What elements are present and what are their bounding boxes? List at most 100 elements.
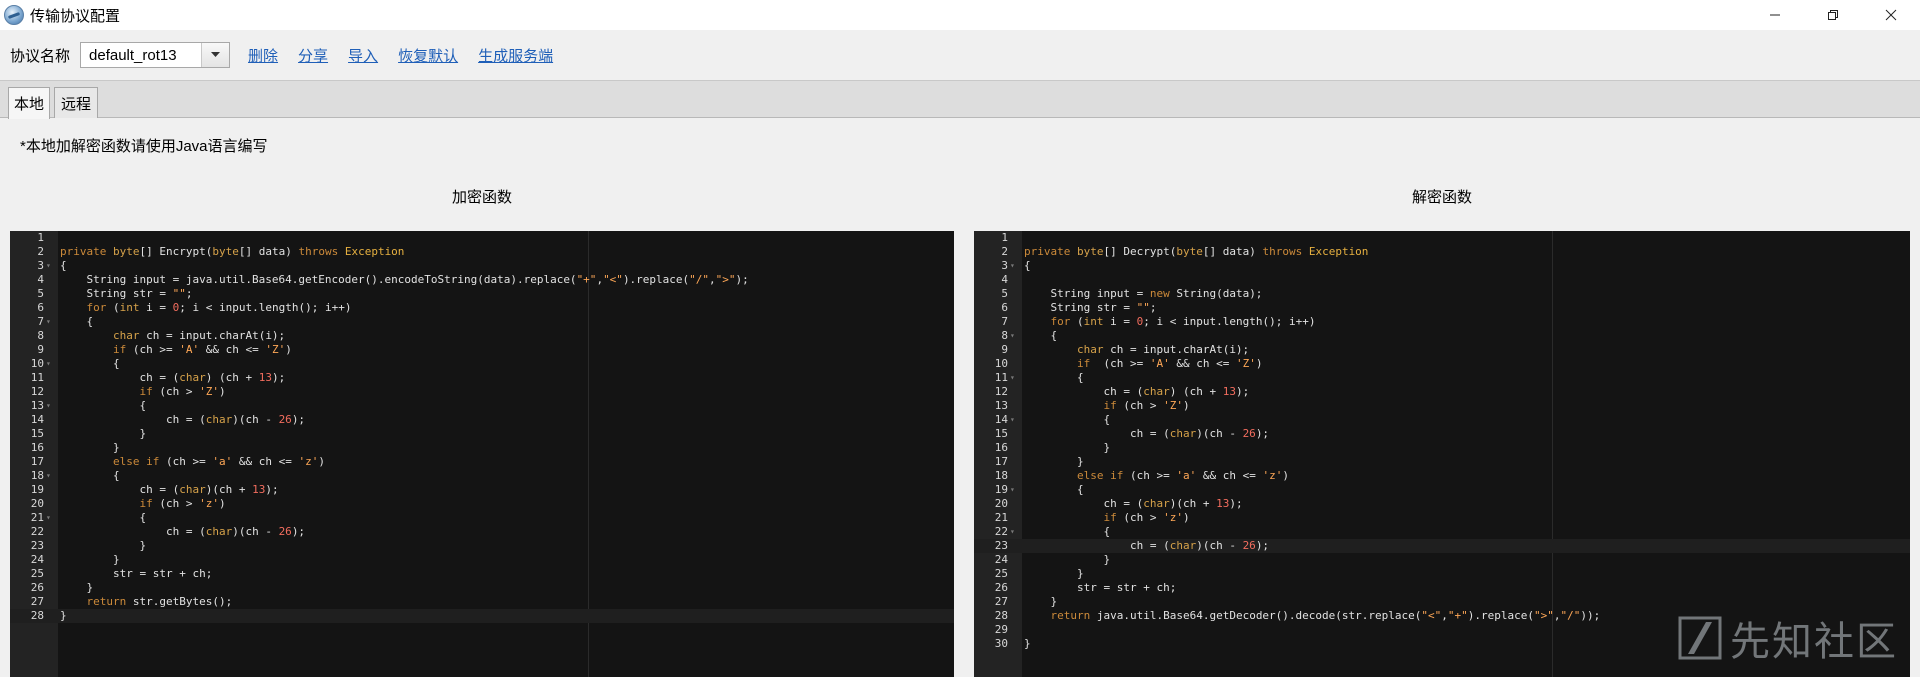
code-line[interactable]: 24 } (974, 553, 1910, 567)
code-line[interactable]: 16 } (974, 441, 1910, 455)
code-line[interactable]: 12 ch = (char) (ch + 13); (974, 385, 1910, 399)
code-line[interactable]: 13 if (ch > 'Z') (974, 399, 1910, 413)
fold-toggle-icon[interactable]: ▾ (1010, 525, 1020, 539)
code-line[interactable]: 18 ▾ { (10, 469, 954, 483)
code-line[interactable]: 22 ch = (char)(ch - 26); (10, 525, 954, 539)
code-line[interactable]: 12 if (ch > 'Z') (10, 385, 954, 399)
code-line[interactable]: 5 String input = new String(data); (974, 287, 1910, 301)
line-number: 27 (30, 595, 44, 608)
code-line[interactable]: 2 private byte[] Decrypt(byte[] data) thr… (974, 245, 1910, 259)
code-line[interactable]: 17 } (974, 455, 1910, 469)
line-number: 24 (30, 553, 44, 566)
code-line[interactable]: 10 ▾ { (10, 357, 954, 371)
code-line[interactable]: 19 ch = (char)(ch + 13); (10, 483, 954, 497)
code-line[interactable]: 27 } (974, 595, 1910, 609)
fold-toggle-icon[interactable]: ▾ (46, 511, 56, 525)
code-line[interactable]: 4 String input = java.util.Base64.getEnc… (10, 273, 954, 287)
code-line[interactable]: 15 ch = (char)(ch - 26); (974, 427, 1910, 441)
window-controls (1746, 0, 1920, 30)
code-line[interactable]: 11 ch = (char) (ch + 13); (10, 371, 954, 385)
code-line[interactable]: 2 private byte[] Encrypt(byte[] data) thr… (10, 245, 954, 259)
code-line[interactable]: 8 ▾ { (974, 329, 1910, 343)
close-button[interactable] (1862, 0, 1920, 30)
code-text: if (ch > 'Z') (1103, 399, 1190, 412)
code-line[interactable]: 7 ▾ { (10, 315, 954, 329)
import-link[interactable]: 导入 (348, 45, 378, 66)
code-line[interactable]: 27 return str.getBytes(); (10, 595, 954, 609)
code-line[interactable]: 4 (974, 273, 1910, 287)
code-line[interactable]: 17 else if (ch >= 'a' && ch <= 'z') (10, 455, 954, 469)
code-text: { (60, 399, 147, 412)
code-line[interactable]: 11 ▾ { (974, 371, 1910, 385)
code-text: String input = new String(data); (1024, 287, 1263, 300)
line-number: 11 (994, 371, 1008, 384)
code-line[interactable]: 5 String str = ""; (10, 287, 954, 301)
code-line[interactable]: 9 if (ch >= 'A' && ch <= 'Z') (10, 343, 954, 357)
fold-toggle-icon[interactable]: ▾ (1010, 371, 1020, 385)
fold-toggle-icon[interactable]: ▾ (46, 469, 56, 483)
code-line[interactable]: 21 ▾ { (10, 511, 954, 525)
share-link[interactable]: 分享 (298, 45, 328, 66)
code-line[interactable]: 24 } (10, 553, 954, 567)
code-line[interactable]: 18 else if (ch >= 'a' && ch <= 'z') (974, 469, 1910, 483)
code-line[interactable]: 16 } (10, 441, 954, 455)
code-line[interactable]: 14 ch = (char)(ch - 26); (10, 413, 954, 427)
fold-toggle-icon[interactable]: ▾ (1010, 483, 1020, 497)
code-line[interactable]: 19 ▾ { (974, 483, 1910, 497)
restore-button[interactable] (1804, 0, 1862, 30)
fold-toggle-icon[interactable]: ▾ (1010, 413, 1020, 427)
code-line[interactable]: 14 ▾ { (974, 413, 1910, 427)
line-number: 1 (37, 231, 44, 244)
code-line[interactable]: 1 (974, 231, 1910, 245)
code-line[interactable]: 20 if (ch > 'z') (10, 497, 954, 511)
code-line[interactable]: 22 ▾ { (974, 525, 1910, 539)
line-number: 17 (30, 455, 44, 468)
code-line[interactable]: 20 ch = (char)(ch + 13); (974, 497, 1910, 511)
code-line[interactable]: 25 str = str + ch; (10, 567, 954, 581)
restore-default-link[interactable]: 恢复默认 (398, 45, 458, 66)
delete-link[interactable]: 删除 (248, 45, 278, 66)
code-line[interactable]: 6 for (int i = 0; i < input.length(); i+… (10, 301, 954, 315)
code-line[interactable]: 8 char ch = input.charAt(i); (10, 329, 954, 343)
tab-local[interactable]: 本地 (8, 87, 50, 119)
code-line[interactable]: 3 ▾ { (974, 259, 1910, 273)
fold-toggle-icon[interactable]: ▾ (1010, 259, 1020, 273)
generate-server-link[interactable]: 生成服务端 (478, 45, 553, 66)
fold-toggle-icon[interactable]: ▾ (1010, 329, 1020, 343)
code-line[interactable]: 23 ch = (char)(ch - 26); (974, 539, 1910, 553)
code-text: else if (ch >= 'a' && ch <= 'z') (1076, 469, 1289, 482)
minimize-button[interactable] (1746, 0, 1804, 30)
code-text: str = str + ch; (60, 567, 213, 580)
code-line[interactable]: 25 } (974, 567, 1910, 581)
dropdown-arrow-button[interactable] (201, 43, 230, 67)
code-line[interactable]: 3 ▾ { (10, 259, 954, 273)
code-text: } (1024, 553, 1111, 566)
protocol-select-value: default_rot13 (89, 46, 177, 64)
line-number: 25 (994, 567, 1008, 580)
fold-toggle-icon[interactable]: ▾ (46, 399, 56, 413)
code-line[interactable]: 21 if (ch > 'z') (974, 511, 1910, 525)
code-line[interactable]: 28} (10, 609, 954, 623)
code-line[interactable]: 10 if (ch >= 'A' && ch <= 'Z') (974, 357, 1910, 371)
code-line[interactable]: 26 } (10, 581, 954, 595)
code-line[interactable]: 15 } (10, 427, 954, 441)
protocol-select[interactable]: default_rot13 (80, 42, 231, 68)
code-line[interactable]: 26 str = str + ch; (974, 581, 1910, 595)
code-text: { (60, 357, 120, 370)
line-number: 13 (30, 399, 44, 412)
tab-remote[interactable]: 远程 (54, 87, 98, 118)
line-number: 26 (994, 581, 1008, 594)
code-line[interactable]: 9 char ch = input.charAt(i); (974, 343, 1910, 357)
code-line[interactable]: 6 String str = ""; (974, 301, 1910, 315)
fold-toggle-icon[interactable]: ▾ (46, 357, 56, 371)
line-number: 9 (1001, 343, 1008, 356)
code-line[interactable]: 13 ▾ { (10, 399, 954, 413)
fold-toggle-icon[interactable]: ▾ (46, 259, 56, 273)
code-text: else if (ch >= 'a' && ch <= 'z') (112, 455, 325, 468)
code-line[interactable]: 23 } (10, 539, 954, 553)
line-number: 28 (30, 609, 44, 622)
encrypt-code-editor[interactable]: 1 2 private byte[] Encrypt(byte[] data) th… (10, 231, 954, 677)
code-line[interactable]: 1 (10, 231, 954, 245)
code-line[interactable]: 7 for (int i = 0; i < input.length(); i+… (974, 315, 1910, 329)
fold-toggle-icon[interactable]: ▾ (46, 315, 56, 329)
